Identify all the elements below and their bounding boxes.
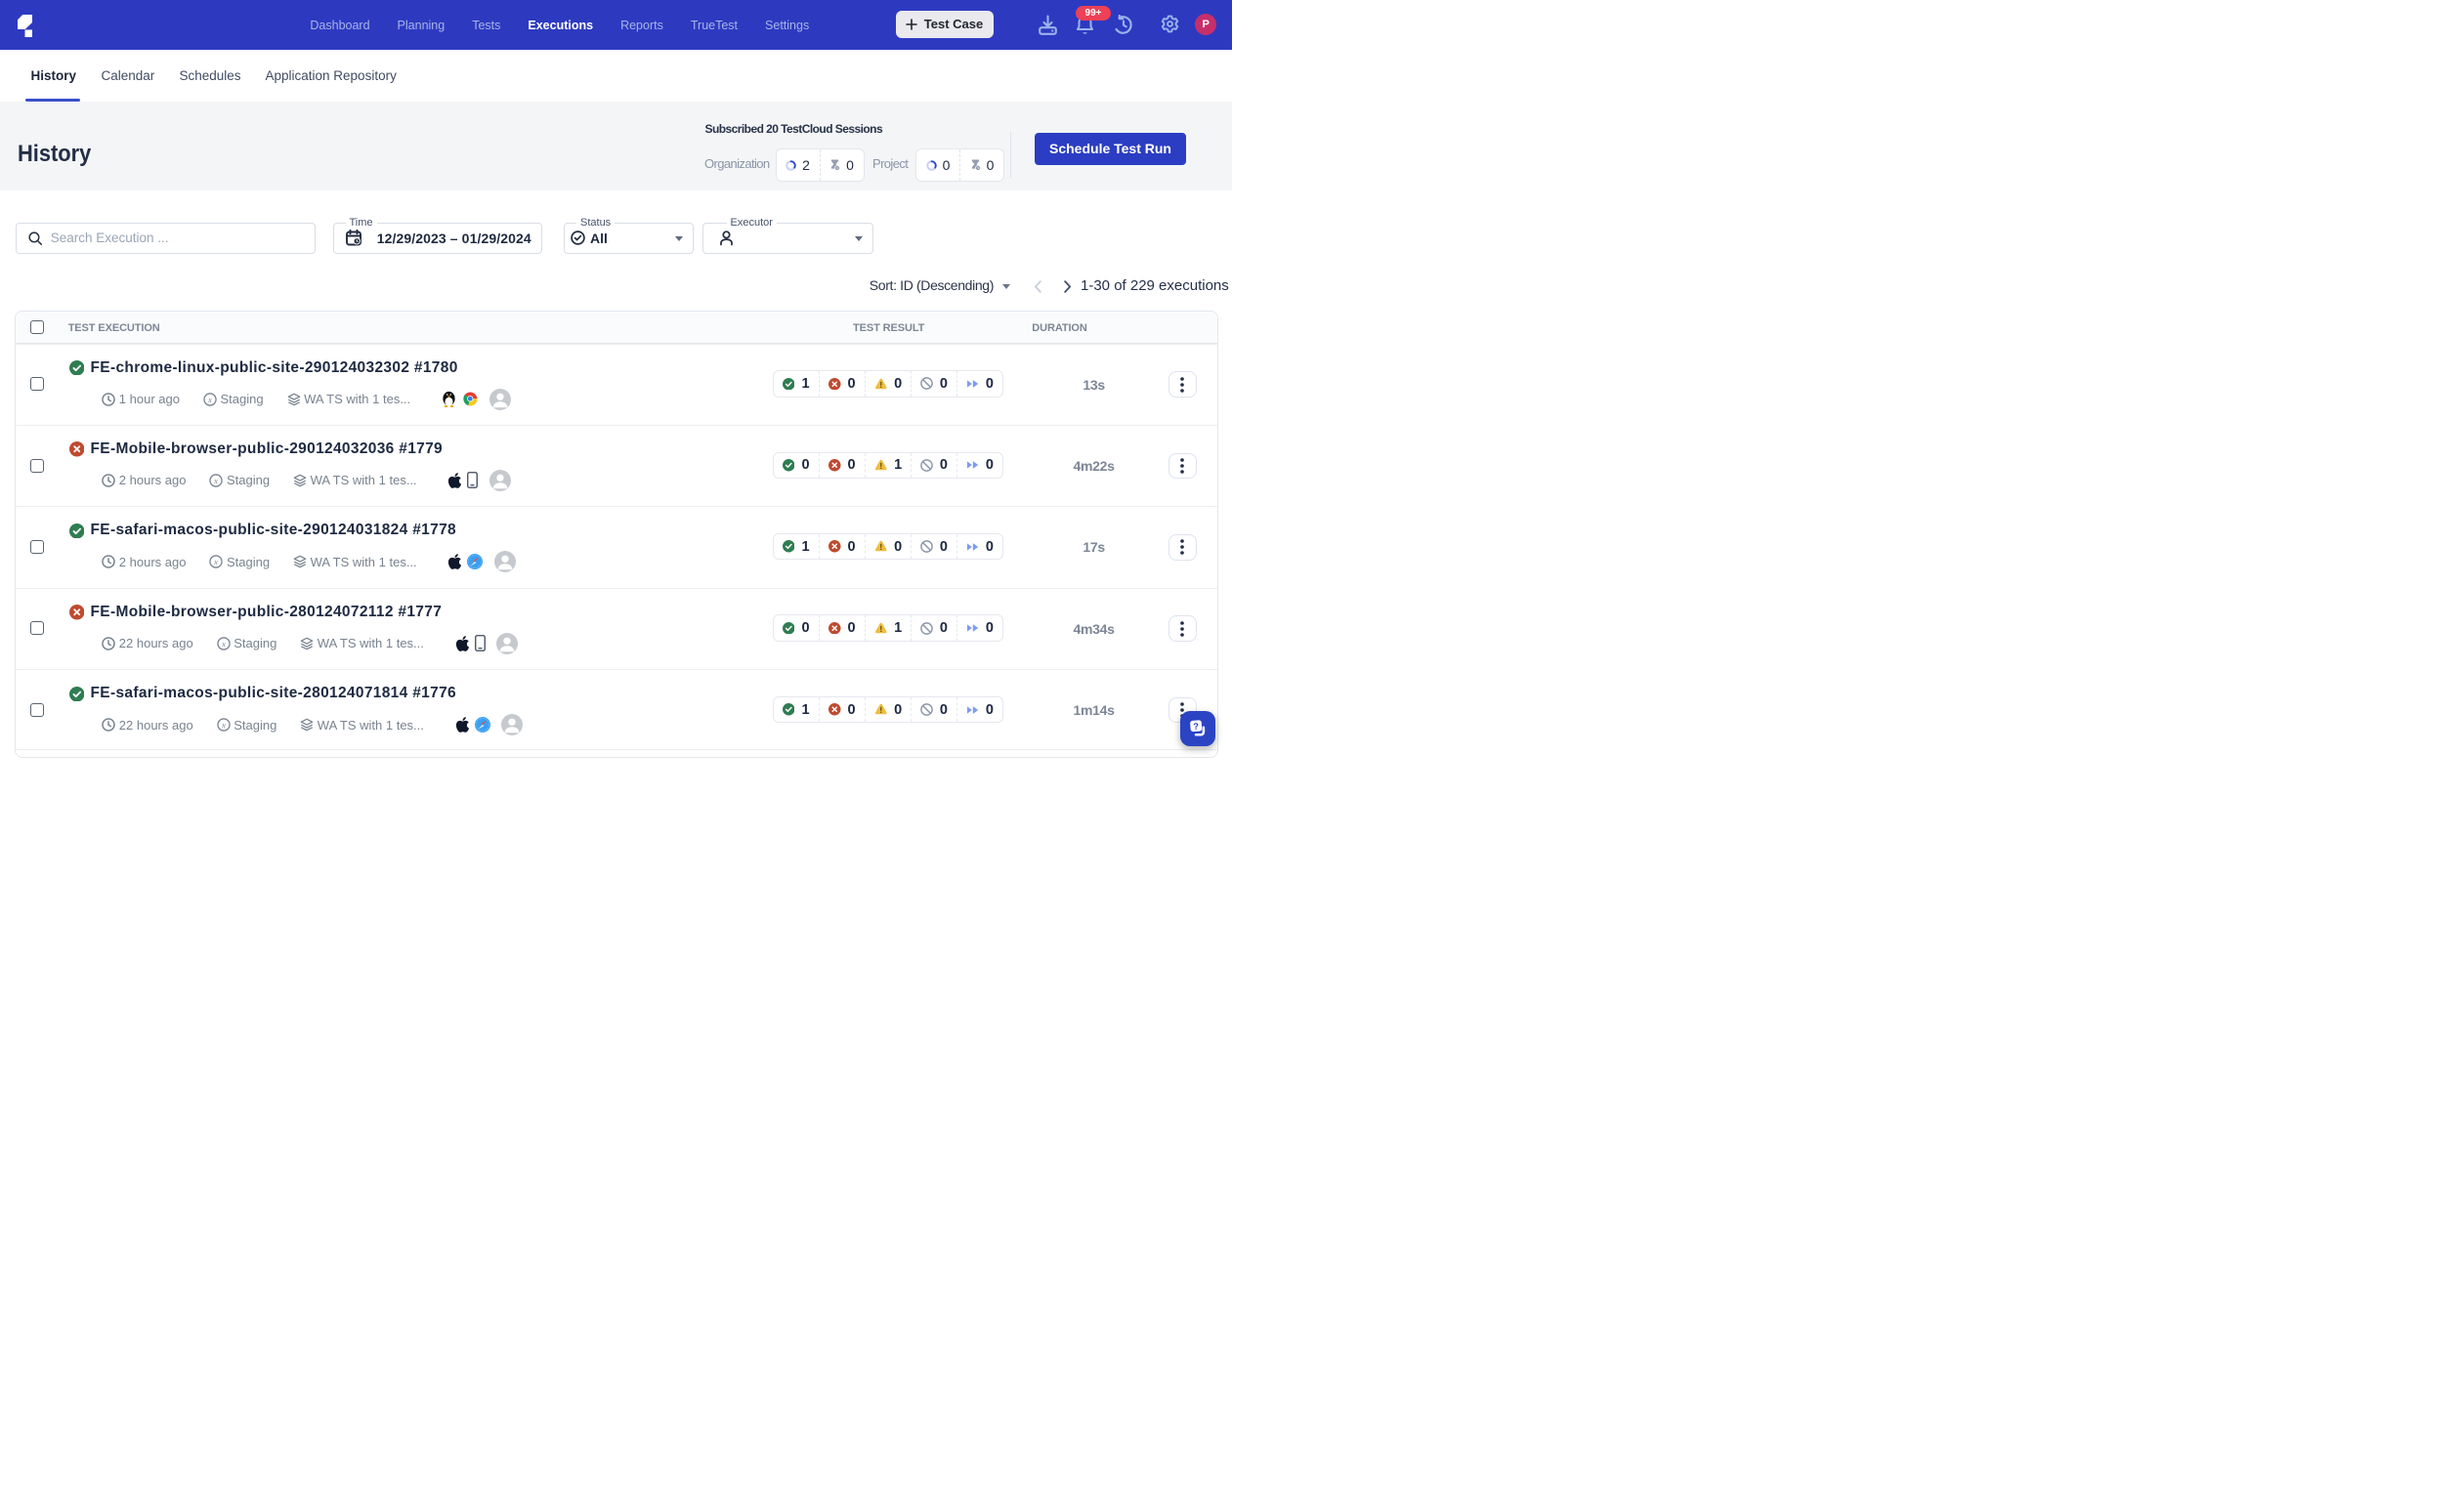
svg-text:?: ?	[1193, 722, 1200, 732]
